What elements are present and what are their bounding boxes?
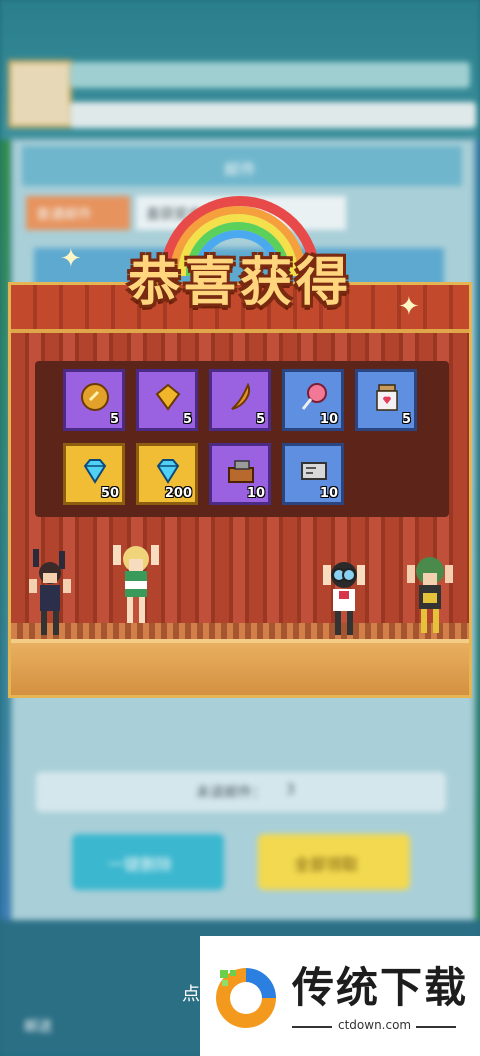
- reward-quantity: 5: [182, 412, 192, 427]
- reward-slot[interactable]: 5: [209, 369, 271, 431]
- reward-slot[interactable]: 10: [282, 443, 344, 505]
- gold-medal-icon: [81, 383, 109, 411]
- reward-slot[interactable]: 5: [63, 369, 125, 431]
- reward-quantity: 10: [319, 486, 338, 501]
- character-blonde-girl: [113, 545, 159, 623]
- reward-quantity: 5: [109, 412, 119, 427]
- lollipop-icon: [301, 383, 327, 410]
- character-goggles: [323, 562, 365, 635]
- mail-count-value: 3: [286, 782, 295, 798]
- currency-bar: [70, 62, 470, 88]
- diamond-icon: [156, 459, 180, 484]
- reward-slot[interactable]: 50: [63, 443, 125, 505]
- stage-floor: [11, 639, 469, 695]
- tab-normal-mail-label: 普通邮件: [36, 207, 92, 223]
- reward-slot[interactable]: 5: [136, 369, 198, 431]
- sparkle-icon: ✦: [60, 244, 82, 274]
- toolbox-icon: [228, 460, 254, 483]
- reward-quantity: 10: [319, 412, 338, 427]
- ticket-icon: [301, 462, 327, 480]
- reward-slot[interactable]: 10: [209, 443, 271, 505]
- mail-panel-title: 邮件: [224, 160, 257, 179]
- reward-slot[interactable]: 5: [355, 369, 417, 431]
- footer-hint: 点: [182, 984, 200, 1005]
- footer-left-label[interactable]: 邮送: [24, 1016, 52, 1036]
- reward-stage: 5 5 5 10 5 50 200 10 10: [8, 282, 472, 698]
- collect-all-label: 全部领取: [294, 855, 359, 874]
- mail-count-label: 未读邮件：: [196, 785, 266, 801]
- sparkle-icon: ✦: [398, 292, 420, 322]
- watermark-url: ctdown.com: [338, 1018, 412, 1032]
- watermark: 传统下载 ctdown.com: [200, 936, 480, 1056]
- reward-quantity: 50: [100, 486, 119, 501]
- reward-quantity: 10: [246, 486, 265, 501]
- notice-bar: [70, 102, 476, 128]
- gold-gem-icon: [155, 383, 181, 411]
- watermark-title: 传统下载: [292, 963, 469, 1012]
- horn-icon: [231, 382, 250, 410]
- reward-quantity: 5: [255, 412, 265, 427]
- delete-all-label: 一键删除: [108, 855, 173, 874]
- congrats-title: 恭喜获得: [127, 253, 352, 313]
- reward-slot[interactable]: 10: [282, 369, 344, 431]
- avatar[interactable]: [8, 60, 72, 128]
- character-green-hair: [407, 557, 453, 633]
- potion-jar-icon: [376, 384, 398, 411]
- diamond-icon: [83, 459, 107, 484]
- reward-quantity: 200: [164, 486, 192, 501]
- brand-logo-icon: [216, 968, 276, 1028]
- reward-slot[interactable]: 200: [136, 443, 198, 505]
- character-bunny-girl: [29, 549, 71, 635]
- reward-quantity: 5: [401, 412, 411, 427]
